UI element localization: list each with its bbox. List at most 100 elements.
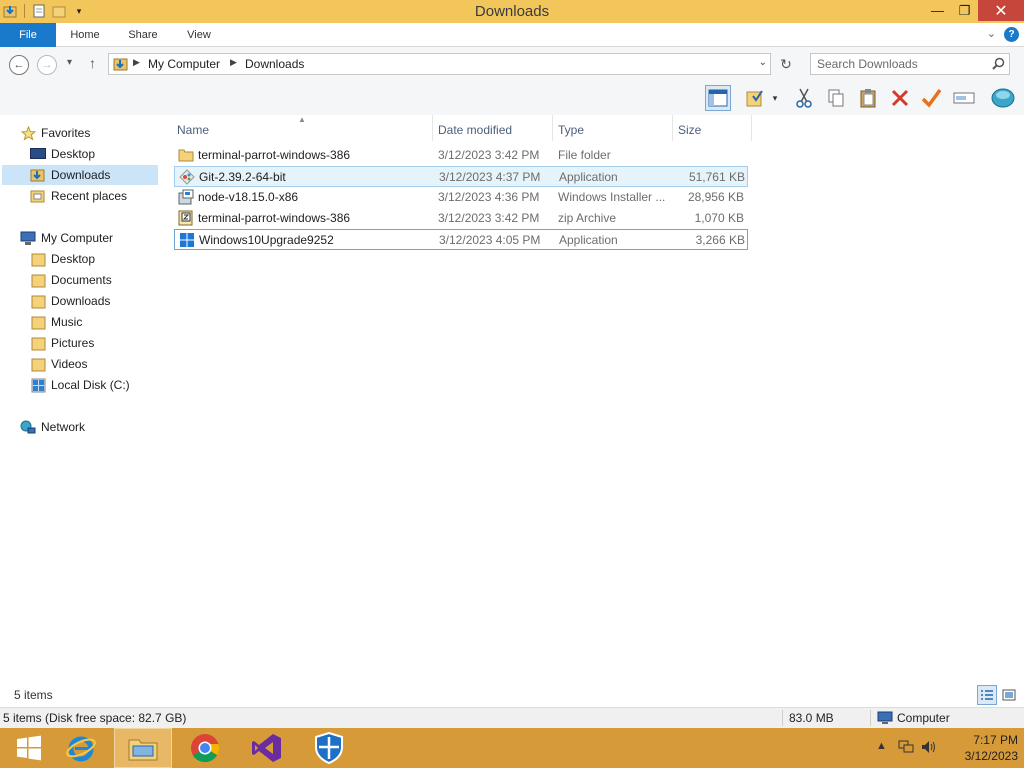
file-list: ▲ Name Date modified Type Size terminal-…: [158, 115, 1024, 685]
file-row[interactable]: terminal-parrot-windows-386 3/12/2023 3:…: [174, 145, 748, 166]
refresh-button[interactable]: ↻: [775, 53, 797, 75]
item-status-bar: 5 items: [0, 685, 1024, 707]
minimize-button[interactable]: —: [924, 0, 951, 21]
tab-view[interactable]: View: [176, 23, 222, 47]
selection-size: 83.0 MB: [789, 711, 834, 725]
file-row[interactable]: node-v18.15.0-x86 3/12/2023 4:36 PM Wind…: [174, 187, 748, 208]
file-name: node-v18.15.0-x86: [198, 190, 299, 204]
file-size: 51,761 KB: [688, 170, 745, 184]
start-button[interactable]: [0, 728, 58, 768]
nav-my-computer[interactable]: My Computer: [20, 228, 113, 248]
copy-icon[interactable]: [823, 85, 849, 111]
address-bar[interactable]: ▶ My Computer ▶ Downloads ⌄: [108, 53, 771, 75]
file-type: File folder: [558, 148, 611, 162]
file-row[interactable]: Git-2.39.2-64-bit 3/12/2023 4:37 PM Appl…: [174, 166, 748, 187]
nav-computer-videos[interactable]: Videos: [30, 354, 87, 374]
nav-computer-downloads[interactable]: Downloads: [30, 291, 110, 311]
cut-icon[interactable]: [791, 85, 817, 111]
navigation-bar: ← → ▾ ↑ ▶ My Computer ▶ Downloads ⌄ ↻: [0, 47, 1024, 83]
file-type: Application: [559, 170, 618, 184]
installer-icon: [178, 189, 194, 205]
close-button[interactable]: ✕: [978, 0, 1024, 21]
nav-label: Videos: [51, 357, 88, 371]
column-divider[interactable]: [432, 115, 433, 141]
large-icons-view-button[interactable]: [999, 685, 1019, 705]
nav-favorites-recent-places[interactable]: Recent places: [30, 186, 127, 206]
breadcrumb-separator-icon[interactable]: ▶: [230, 57, 237, 68]
column-header-type[interactable]: Type: [558, 119, 584, 141]
search-input[interactable]: [817, 57, 977, 71]
show-hidden-icons-chevron-icon[interactable]: ▲: [876, 740, 887, 752]
folder-icon: [178, 147, 194, 163]
file-name: Windows10Upgrade9252: [199, 233, 334, 247]
details-view-button[interactable]: [977, 685, 997, 705]
nav-computer-pictures[interactable]: Pictures: [30, 333, 94, 353]
search-box[interactable]: [810, 53, 1010, 75]
nav-computer-documents[interactable]: Documents: [30, 270, 112, 290]
clock-date: 3/12/2023: [964, 749, 1018, 763]
tab-file[interactable]: File: [0, 23, 56, 47]
nav-network[interactable]: Network: [20, 417, 85, 437]
recent-locations-chevron-icon[interactable]: ▾: [67, 57, 72, 68]
nav-favorites[interactable]: Favorites: [20, 123, 90, 143]
nav-label: Documents: [51, 273, 112, 287]
nav-computer-desktop[interactable]: Desktop: [30, 249, 95, 269]
network-icon: [20, 419, 36, 435]
preview-pane-button[interactable]: [705, 85, 731, 111]
navigation-pane: Favorites Desktop Downloads Recent place…: [0, 115, 158, 685]
column-header-name[interactable]: Name: [177, 119, 209, 141]
maximize-button[interactable]: ❐: [951, 0, 978, 21]
nav-favorites-downloads[interactable]: Downloads: [2, 165, 158, 185]
expand-ribbon-chevron-icon[interactable]: ⌄: [987, 27, 996, 40]
downloads-folder-icon: [30, 167, 46, 183]
tab-home[interactable]: Home: [62, 23, 108, 47]
column-divider[interactable]: [751, 115, 752, 141]
nav-label: Local Disk (C:): [51, 378, 130, 392]
checkmark-icon[interactable]: [918, 85, 944, 111]
breadcrumb-separator-icon[interactable]: ▶: [133, 57, 140, 68]
tab-share[interactable]: Share: [120, 23, 166, 47]
internet-explorer-icon[interactable]: [52, 728, 110, 768]
zip-icon: [178, 210, 194, 226]
taskbar-clock[interactable]: 7:17 PM 3/12/2023: [965, 732, 1018, 764]
file-date: 3/12/2023 4:05 PM: [439, 233, 541, 247]
file-date: 3/12/2023 4:37 PM: [439, 170, 541, 184]
computer-icon: [20, 230, 36, 246]
file-row[interactable]: terminal-parrot-windows-386 3/12/2023 3:…: [174, 208, 748, 229]
file-name: Git-2.39.2-64-bit: [199, 170, 286, 184]
paste-icon[interactable]: [855, 85, 881, 111]
rename-icon[interactable]: [951, 85, 977, 111]
nav-computer-local-disk[interactable]: Local Disk (C:): [30, 375, 130, 395]
address-dropdown-chevron-icon[interactable]: ⌄: [759, 57, 767, 68]
recent-places-icon: [30, 188, 46, 204]
volume-icon[interactable]: [921, 740, 937, 757]
column-header-size[interactable]: Size: [678, 119, 701, 141]
file-explorer-icon[interactable]: [114, 728, 172, 768]
network-tray-icon[interactable]: [898, 740, 914, 757]
chrome-icon[interactable]: [176, 728, 234, 768]
help-icon[interactable]: ?: [1004, 27, 1019, 42]
forward-button[interactable]: →: [37, 55, 57, 75]
select-folder-icon[interactable]: [742, 85, 768, 111]
select-dropdown-chevron-icon[interactable]: ▾: [768, 85, 782, 111]
up-button[interactable]: ↑: [89, 55, 96, 71]
visual-studio-icon[interactable]: [238, 728, 296, 768]
status-location: Computer: [897, 711, 950, 725]
nav-favorites-desktop[interactable]: Desktop: [30, 144, 95, 164]
breadcrumb-downloads[interactable]: Downloads: [245, 57, 304, 71]
properties-globe-icon[interactable]: [990, 85, 1016, 111]
file-type: Application: [559, 233, 618, 247]
column-divider[interactable]: [552, 115, 553, 141]
file-type: Windows Installer ...: [558, 190, 666, 204]
file-row[interactable]: Windows10Upgrade9252 3/12/2023 4:05 PM A…: [174, 229, 748, 250]
nav-computer-music[interactable]: Music: [30, 312, 82, 332]
status-divider: [870, 710, 871, 726]
windows-defender-icon[interactable]: [300, 728, 358, 768]
back-button[interactable]: ←: [9, 55, 29, 75]
delete-icon[interactable]: [887, 85, 913, 111]
column-header-date[interactable]: Date modified: [438, 119, 512, 141]
column-divider[interactable]: [672, 115, 673, 141]
search-icon[interactable]: [992, 57, 1005, 73]
breadcrumb-my-computer[interactable]: My Computer: [148, 57, 220, 71]
folder-icon: [30, 314, 46, 330]
